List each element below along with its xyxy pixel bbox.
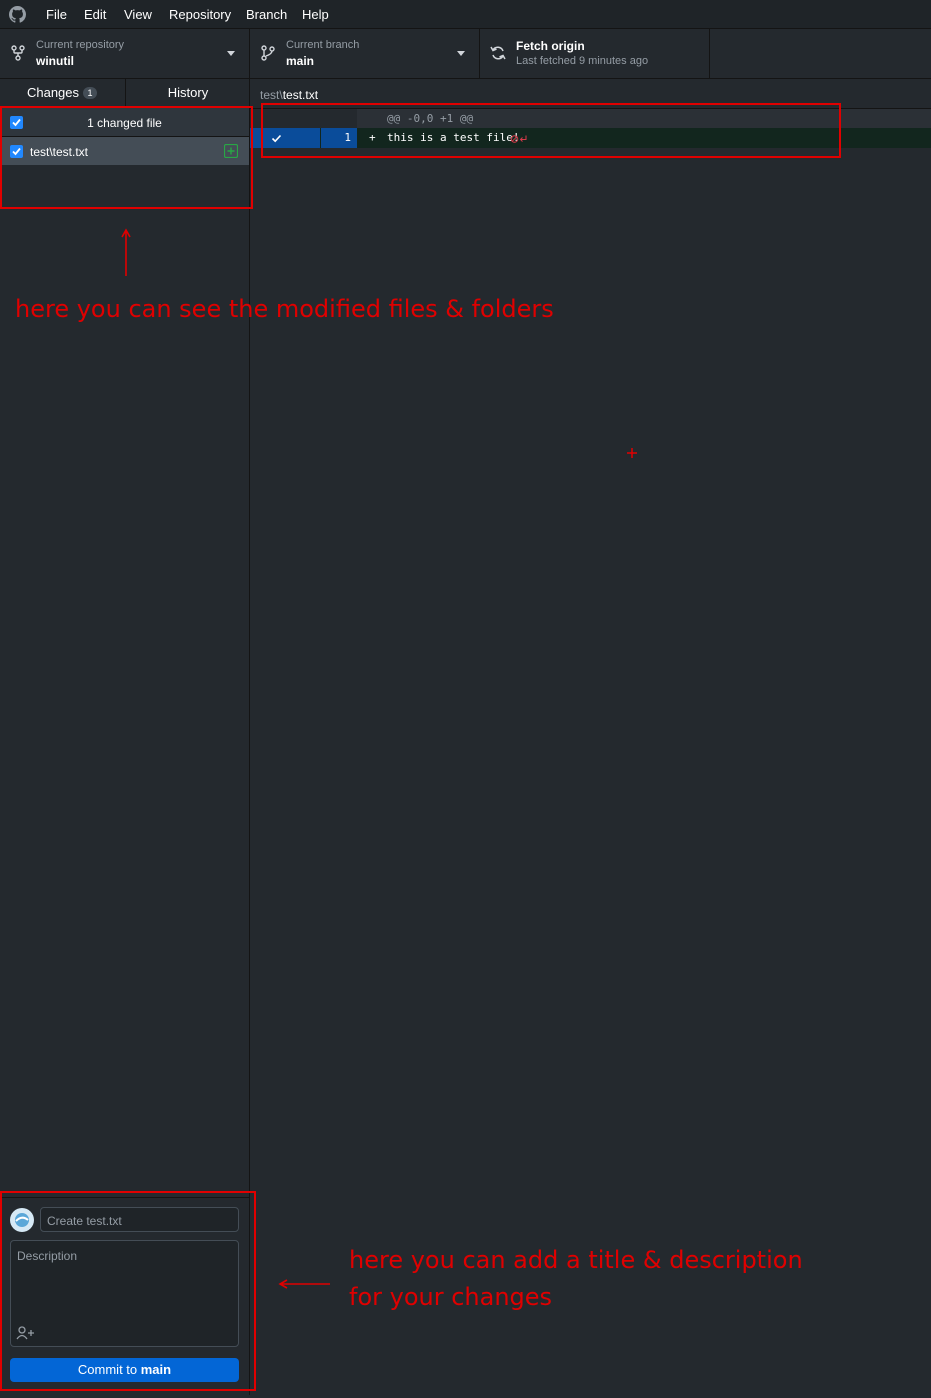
menu-view[interactable]: View xyxy=(124,7,152,22)
annotation-box-files xyxy=(0,106,253,209)
git-branch-icon xyxy=(261,45,275,61)
annotation-commit-note-line2: for your changes xyxy=(349,1283,553,1311)
fetch-subtitle: Last fetched 9 minutes ago xyxy=(516,55,649,67)
diff-file-path: test\test.txt xyxy=(260,88,318,102)
caret-down-icon xyxy=(227,51,235,56)
branch-name: main xyxy=(286,54,315,68)
diff-view: test\test.txt @@ -0,0 +1 @@ 1 + this is … xyxy=(250,79,931,1395)
annotation-commit-note-line1: here you can add a title & description xyxy=(349,1246,803,1274)
repo-fork-icon xyxy=(11,45,25,61)
menu-branch[interactable]: Branch xyxy=(246,7,287,22)
diff-path-file: test.txt xyxy=(282,88,319,102)
tab-changes-label: Changes xyxy=(26,85,80,100)
repository-label: Current repository xyxy=(36,39,125,51)
arrow-left-icon xyxy=(278,1279,330,1289)
current-repository-button[interactable]: Current repository winutil xyxy=(0,29,250,78)
toolbar: Current repository winutil Current branc… xyxy=(0,29,931,79)
changes-count-badge: 1 xyxy=(83,87,98,99)
cursor-crosshair-icon xyxy=(627,448,637,458)
fetch-origin-button[interactable]: Fetch origin Last fetched 9 minutes ago xyxy=(480,29,710,78)
menu-edit[interactable]: Edit xyxy=(84,7,106,22)
sync-icon xyxy=(490,46,506,60)
repository-name: winutil xyxy=(36,54,74,68)
tab-changes[interactable]: Changes 1 xyxy=(0,79,124,108)
current-branch-button[interactable]: Current branch main xyxy=(250,29,480,78)
menu-help[interactable]: Help xyxy=(302,7,329,22)
branch-label: Current branch xyxy=(286,39,360,51)
fetch-title: Fetch origin xyxy=(516,39,585,53)
annotation-box-diff xyxy=(261,103,841,158)
arrow-up-icon xyxy=(121,228,131,276)
diff-path-dir: test\ xyxy=(260,88,283,102)
tab-history-label: History xyxy=(167,85,209,100)
github-logo-icon xyxy=(9,6,26,23)
menu-bar: File Edit View Repository Branch Help xyxy=(0,0,931,29)
annotation-box-commit xyxy=(0,1191,256,1391)
menu-repository[interactable]: Repository xyxy=(169,7,231,22)
caret-down-icon xyxy=(457,51,465,56)
annotation-files-note: here you can see the modified files & fo… xyxy=(15,295,554,323)
tab-history[interactable]: History xyxy=(125,79,250,106)
menu-file[interactable]: File xyxy=(46,7,67,22)
